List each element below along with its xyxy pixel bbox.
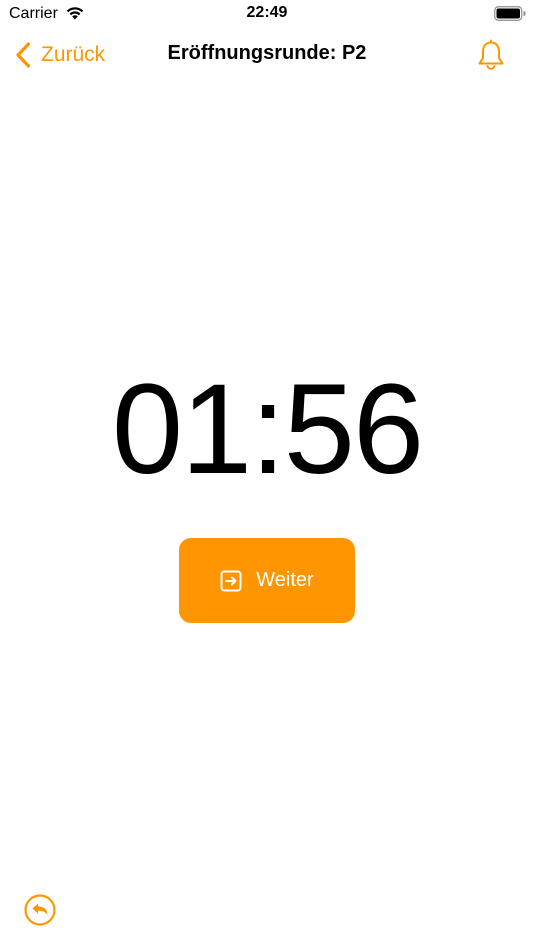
screen: Carrier 22:49 Zurück Eröffnungsrunde: P2	[0, 0, 534, 950]
bell-icon[interactable]	[476, 39, 506, 71]
navigation-bar: Zurück Eröffnungsrunde: P2	[0, 28, 534, 82]
arrow-uturn-left-circle-icon[interactable]	[24, 894, 56, 926]
countdown-timer: 01:56	[111, 358, 424, 501]
weiter-button-label: Weiter	[256, 569, 314, 591]
page-title: Eröffnungsrunde: P2	[167, 42, 367, 64]
status-clock: 22:49	[246, 4, 288, 21]
battery-icon	[494, 6, 526, 21]
status-bar: Carrier 22:49	[0, 0, 534, 28]
weiter-button[interactable]: Weiter	[179, 538, 355, 623]
arrow-right-square-icon	[220, 570, 242, 591]
